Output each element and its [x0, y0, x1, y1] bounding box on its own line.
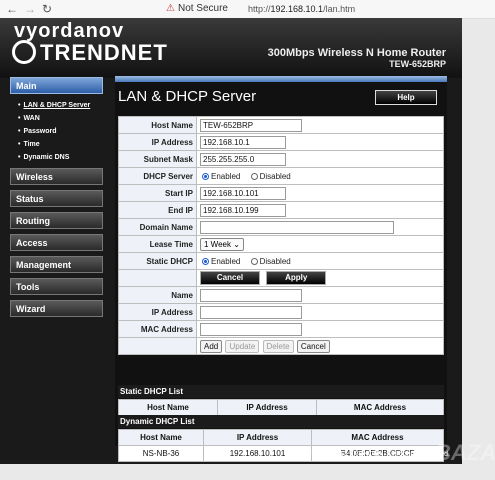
page-header: vyordanov TRENDNET 300Mbps Wireless N Ho…: [0, 18, 462, 78]
ip-address-input[interactable]: 192.168.10.1: [200, 135, 286, 149]
address-bar[interactable]: http://192.168.10.1/lan.htm: [248, 4, 355, 14]
row-form-buttons: Cancel Apply: [118, 269, 444, 287]
menu-item-dynamic-dns[interactable]: • Dynamic DNS: [18, 151, 103, 164]
trendnet-swoosh-icon: [12, 40, 36, 64]
back-icon[interactable]: ←: [6, 2, 18, 16]
end-ip-input[interactable]: 192.168.10.199: [200, 203, 286, 217]
product-line: 300Mbps Wireless N Home Router: [267, 47, 446, 59]
end-ip-label: End IP: [118, 201, 197, 219]
side-menu: Main • LAN & DHCP Server • WAN • Password •…: [10, 77, 103, 322]
row-static-ip: IP Address: [118, 303, 444, 321]
security-indicator[interactable]: ⚠ Not Secure: [166, 3, 228, 14]
warning-lock-icon: ⚠: [166, 3, 175, 14]
menu-item-lan-dhcp[interactable]: • LAN & DHCP Server: [18, 99, 103, 112]
mac-address-label: MAC Address: [118, 320, 197, 338]
trendnet-logo: TRENDNET: [12, 40, 168, 66]
col-ip-address: IP Address: [203, 429, 312, 446]
col-mac-address: MAC Address: [316, 399, 444, 416]
menu-main[interactable]: Main: [10, 77, 103, 94]
static-ip-label: IP Address: [118, 303, 197, 321]
reload-icon[interactable]: ↻: [42, 2, 52, 16]
browser-toolbar: ← → ↻ ⚠ Not Secure http://192.168.10.1/la…: [0, 0, 495, 19]
menu-tools[interactable]: Tools: [10, 278, 103, 295]
row-host: NS-NB-36: [118, 445, 204, 462]
host-name-input[interactable]: TEW-652BRP: [200, 118, 302, 132]
col-host-name: Host Name: [118, 399, 218, 416]
host-name-label: Host Name: [118, 116, 197, 134]
forward-icon[interactable]: →: [24, 2, 36, 16]
static-dhcp-table: Host Name IP Address MAC Address: [118, 399, 444, 416]
table-header-row: Host Name IP Address MAC Address: [118, 429, 444, 446]
dhcp-disabled-label: Disabled: [259, 171, 291, 181]
row-mac-address: MAC Address: [118, 320, 444, 338]
update-button[interactable]: Update: [225, 339, 260, 353]
title-bar: [115, 76, 447, 82]
static-dhcp-list-title: Static DHCP List: [118, 385, 444, 398]
lease-time-select[interactable]: 1 Week ⌄: [200, 237, 244, 251]
col-host-name: Host Name: [118, 429, 204, 446]
menu-access[interactable]: Access: [10, 234, 103, 251]
start-ip-input[interactable]: 192.168.10.101: [200, 186, 286, 200]
row-host-name: Host Name TEW-652BRP: [118, 116, 444, 134]
add-button[interactable]: Add: [200, 339, 223, 353]
row-dhcp-server: DHCP Server Enabled Disabled: [118, 167, 444, 185]
dhcp-disabled-radio[interactable]: [250, 172, 258, 180]
copyright-text: Copyright © 2013 TRENDnet. All Rights Re…: [292, 451, 450, 458]
row-end-ip: End IP 192.168.10.199: [118, 201, 444, 219]
content-panel: LAN & DHCP Server Help Host Name TEW-652…: [115, 76, 447, 462]
ip-address-label: IP Address: [118, 133, 197, 151]
row-static-buttons: Add Update Delete Cancel: [118, 337, 444, 355]
row-lease-time: Lease Time 1 Week ⌄: [118, 235, 444, 253]
col-ip-address: IP Address: [217, 399, 317, 416]
watermark-logo: BAZAR: [435, 440, 495, 465]
static-disabled-radio[interactable]: [250, 257, 258, 265]
col-mac-address: MAC Address: [311, 429, 444, 446]
dynamic-dhcp-list-title: Dynamic DHCP List: [118, 415, 444, 428]
row-name: Name: [118, 286, 444, 304]
static-enabled-label: Enabled: [211, 256, 241, 266]
apply-button[interactable]: Apply: [266, 271, 327, 285]
menu-item-wan[interactable]: • WAN: [18, 112, 103, 125]
dhcp-enabled-radio[interactable]: [202, 172, 209, 180]
main-submenu: • LAN & DHCP Server • WAN • Password • Time …: [10, 99, 103, 164]
menu-item-password[interactable]: • Password: [18, 125, 103, 138]
dhcp-server-label: DHCP Server: [118, 167, 197, 185]
model-number: TEW-652BRP: [389, 59, 446, 69]
static-dhcp-label: Static DHCP: [118, 252, 197, 270]
name-label: Name: [118, 286, 197, 304]
row-start-ip: Start IP 192.168.10.101: [118, 184, 444, 202]
chevron-down-icon: ⌄: [233, 239, 240, 249]
domain-name-input[interactable]: [200, 220, 394, 234]
menu-wireless[interactable]: Wireless: [10, 168, 103, 185]
dhcp-enabled-label: Enabled: [211, 171, 241, 181]
row-static-dhcp: Static DHCP Enabled Disabled: [118, 252, 444, 270]
help-button[interactable]: Help: [375, 90, 437, 105]
menu-routing[interactable]: Routing: [10, 212, 103, 229]
row-domain-name: Domain Name: [118, 218, 444, 236]
clear-button[interactable]: Cancel: [296, 339, 330, 353]
row-ip-address: IP Address 192.168.10.1: [118, 133, 444, 151]
subnet-mask-input[interactable]: 255.255.255.0: [200, 152, 286, 166]
static-mac-input[interactable]: [200, 322, 302, 336]
static-name-input[interactable]: [200, 288, 302, 302]
lease-time-label: Lease Time: [118, 235, 197, 253]
router-page: vyordanov TRENDNET 300Mbps Wireless N Ho…: [0, 18, 462, 464]
domain-name-label: Domain Name: [118, 218, 197, 236]
page-title: LAN & DHCP Server: [118, 88, 257, 105]
table-header-row: Host Name IP Address MAC Address: [118, 399, 444, 416]
menu-wizard[interactable]: Wizard: [10, 300, 103, 317]
static-disabled-label: Disabled: [259, 256, 291, 266]
cancel-button[interactable]: Cancel: [200, 271, 260, 285]
start-ip-label: Start IP: [118, 184, 197, 202]
static-ip-input[interactable]: [200, 305, 302, 319]
menu-management[interactable]: Management: [10, 256, 103, 273]
menu-status[interactable]: Status: [10, 190, 103, 207]
subnet-mask-label: Subnet Mask: [118, 150, 197, 168]
row-subnet-mask: Subnet Mask 255.255.255.0: [118, 150, 444, 168]
static-enabled-radio[interactable]: [202, 257, 209, 265]
lan-settings-form: Host Name TEW-652BRP IP Address 192.168.…: [118, 116, 444, 355]
menu-item-time[interactable]: • Time: [18, 138, 103, 151]
delete-button[interactable]: Delete: [262, 339, 294, 353]
